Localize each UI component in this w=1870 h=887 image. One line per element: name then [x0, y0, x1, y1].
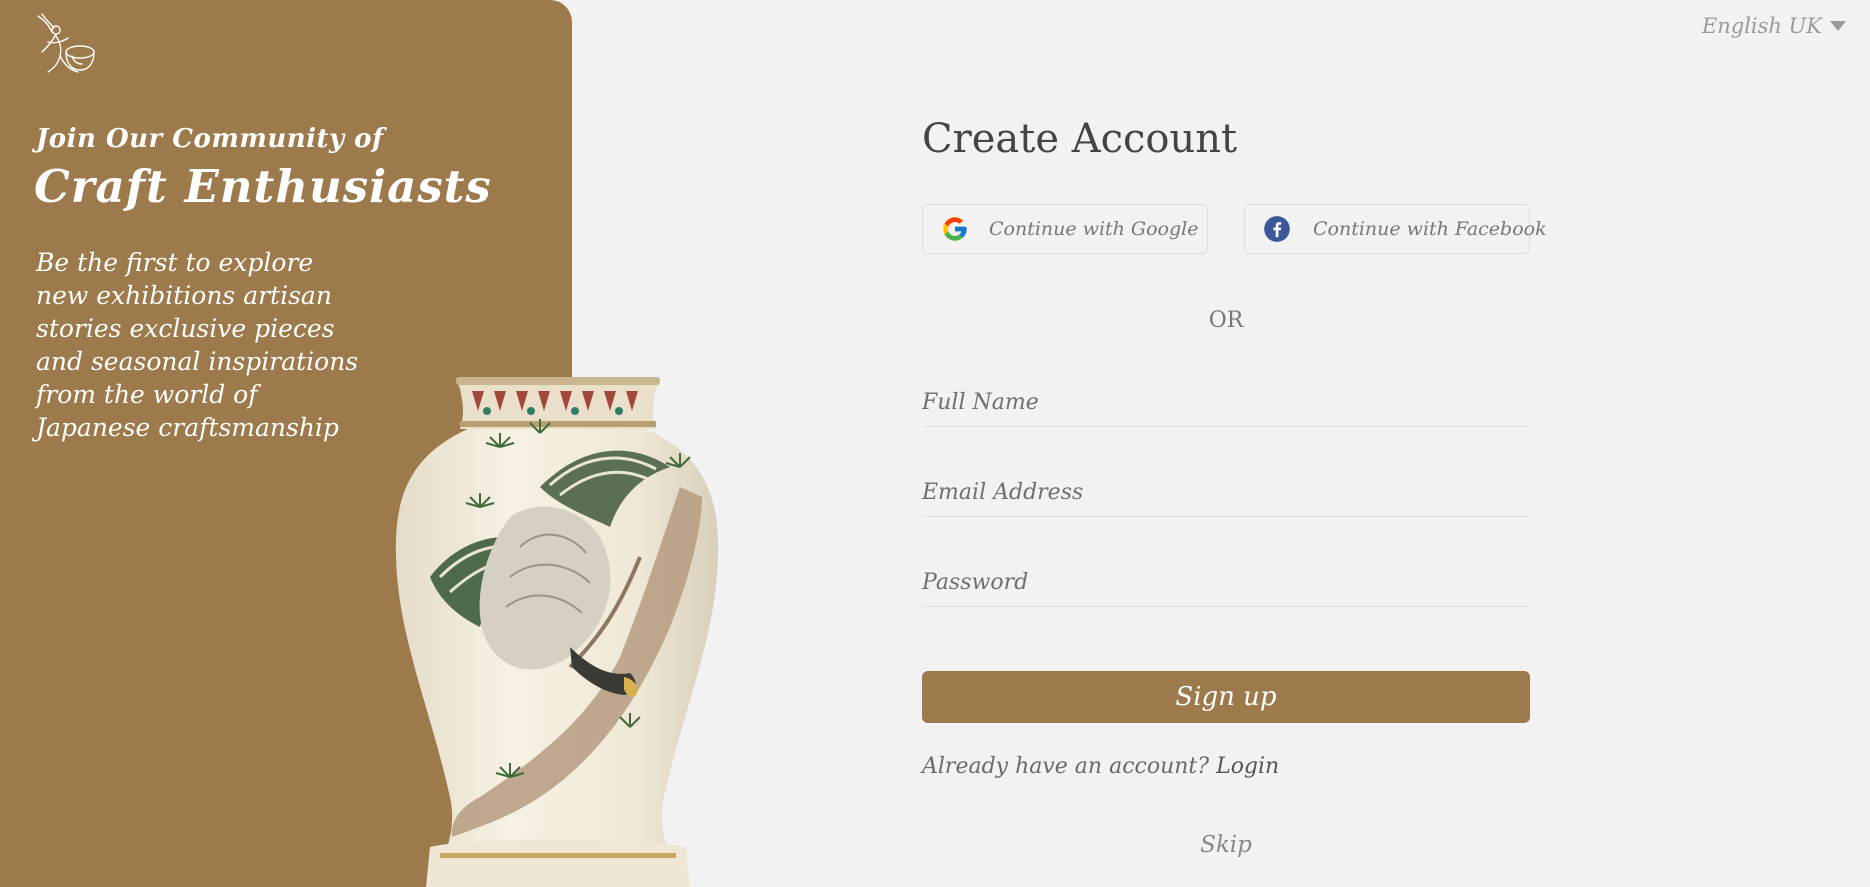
hero-title: Craft Enthusiasts	[34, 160, 492, 213]
sign-up-button[interactable]: Sign up	[922, 671, 1530, 723]
continue-with-facebook-button[interactable]: Continue with Facebook	[1244, 204, 1547, 254]
caret-down-icon	[1830, 21, 1846, 31]
or-divider: OR	[1208, 308, 1244, 333]
email-field[interactable]	[922, 472, 1530, 512]
password-field-wrapper	[922, 562, 1530, 607]
hero-description: Be the first to explore new exhibitions …	[36, 248, 359, 442]
email-field-wrapper	[922, 472, 1530, 517]
facebook-button-label: Continue with Facebook	[1313, 218, 1547, 240]
password-field[interactable]	[922, 562, 1530, 602]
facebook-icon	[1264, 216, 1290, 242]
login-prompt-text: Already have an account?	[922, 754, 1210, 779]
continue-with-google-button[interactable]: Continue with Google	[922, 204, 1208, 254]
social-login-row: Continue with Google Continue with Faceb…	[922, 204, 1547, 254]
login-link[interactable]: Login	[1216, 754, 1279, 779]
full-name-field[interactable]	[922, 382, 1530, 422]
language-label: English UK	[1701, 14, 1822, 38]
language-selector[interactable]: English UK	[1702, 14, 1846, 38]
skip-link[interactable]: Skip	[922, 832, 1530, 858]
login-prompt: Already have an account? Login	[922, 754, 1279, 779]
hero-kicker: Join Our Community of	[36, 124, 384, 154]
craft-figure-logo-icon[interactable]	[34, 12, 100, 74]
full-name-field-wrapper	[922, 382, 1530, 427]
form-title: Create Account	[922, 116, 1238, 162]
decorated-vase-image	[395, 377, 719, 887]
google-button-label: Continue with Google	[989, 218, 1199, 240]
create-account-form: Create Account Continue with Google Cont…	[922, 110, 1547, 858]
google-icon	[943, 217, 967, 241]
